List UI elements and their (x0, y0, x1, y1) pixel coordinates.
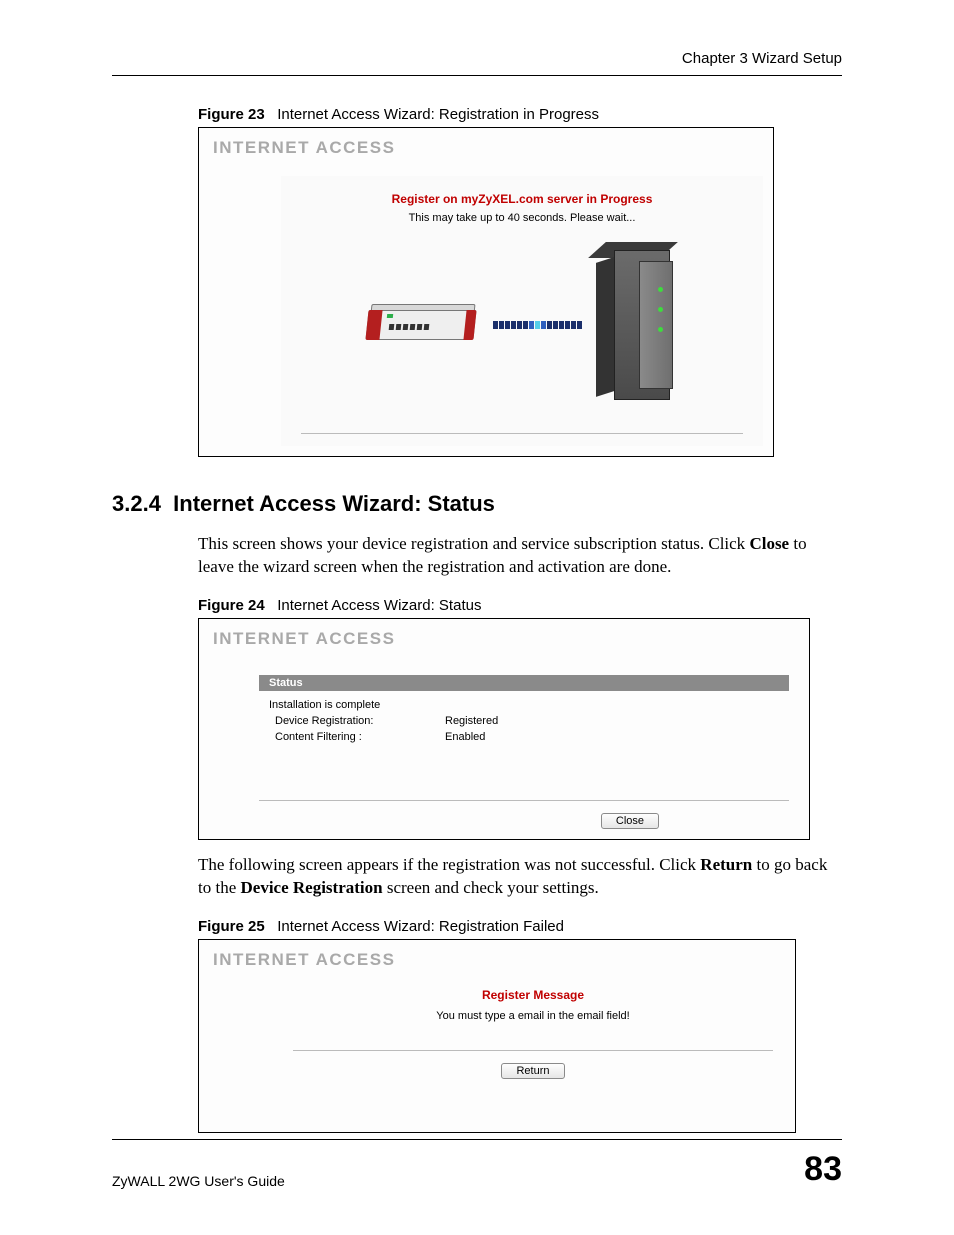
figure25-caption: Figure 25 Internet Access Wizard: Regist… (198, 918, 842, 935)
figure24-caption-text: Internet Access Wizard: Status (277, 597, 481, 614)
figure25-content: Register Message You must type a email i… (283, 988, 783, 1122)
figure25-frame: INTERNET ACCESS Register Message You mus… (198, 939, 796, 1133)
status-tab-header: Status (259, 675, 789, 691)
figure25-caption-text: Internet Access Wizard: Registration Fai… (277, 918, 564, 935)
figure23-wait-text: This may take up to 40 seconds. Please w… (281, 212, 763, 224)
chapter-label: Chapter 3 Wizard Setup (112, 50, 842, 67)
status-key: Content Filtering : (269, 731, 445, 743)
figure23-panel-title: INTERNET ACCESS (199, 128, 773, 170)
figure24-frame: INTERNET ACCESS Status Installation is c… (198, 618, 810, 840)
figure23-progress-title: Register on myZyXEL.com server in Progre… (281, 192, 763, 206)
status-value: Enabled (445, 731, 485, 743)
status-complete-text: Installation is complete (269, 699, 779, 711)
figure24-button-row: Close (259, 800, 789, 829)
figure24-panel-title: INTERNET ACCESS (199, 619, 809, 661)
close-button[interactable]: Close (601, 813, 659, 829)
status-body: Installation is complete Device Registra… (259, 691, 789, 759)
section-number: 3.2.4 (112, 491, 161, 516)
figure24-status-area: Status Installation is complete Device R… (259, 675, 789, 759)
footer-page-number: 83 (804, 1150, 842, 1189)
figure25-error-msg: You must type a email in the email field… (283, 1010, 783, 1022)
figure23-caption: Figure 23 Internet Access Wizard: Regist… (198, 106, 842, 123)
figure23-caption-text: Internet Access Wizard: Registration in … (277, 106, 599, 123)
figure25-panel-title: INTERNET ACCESS (199, 940, 795, 982)
status-key: Device Registration: (269, 715, 445, 727)
header-rule (112, 75, 842, 76)
server-icon (596, 250, 678, 400)
section-para1: This screen shows your device registrati… (198, 533, 842, 579)
figure25-button-row: Return (283, 1061, 783, 1079)
figure23-content: Register on myZyXEL.com server in Progre… (281, 176, 763, 446)
figure23-devices (281, 250, 763, 400)
figure23-frame: INTERNET ACCESS Register on myZyXEL.com … (198, 127, 774, 457)
return-button[interactable]: Return (501, 1063, 564, 1079)
progress-bar-icon (493, 321, 582, 329)
figure25-register-title: Register Message (283, 988, 783, 1002)
status-value: Registered (445, 715, 498, 727)
footer-guide-name: ZyWALL 2WG User's Guide (112, 1173, 285, 1189)
section-heading: 3.2.4 Internet Access Wizard: Status (112, 491, 842, 517)
figure24-caption: Figure 24 Internet Access Wizard: Status (198, 597, 842, 614)
figure24-caption-num: Figure 24 (198, 597, 265, 614)
figure25-caption-num: Figure 25 (198, 918, 265, 935)
page-footer: ZyWALL 2WG User's Guide 83 (112, 1139, 842, 1189)
status-row: Content Filtering : Enabled (269, 731, 779, 743)
figure23-caption-num: Figure 23 (198, 106, 265, 123)
status-row: Device Registration: Registered (269, 715, 779, 727)
router-icon (367, 302, 479, 348)
section-title: Internet Access Wizard: Status (173, 491, 495, 516)
section-para2: The following screen appears if the regi… (198, 854, 842, 900)
